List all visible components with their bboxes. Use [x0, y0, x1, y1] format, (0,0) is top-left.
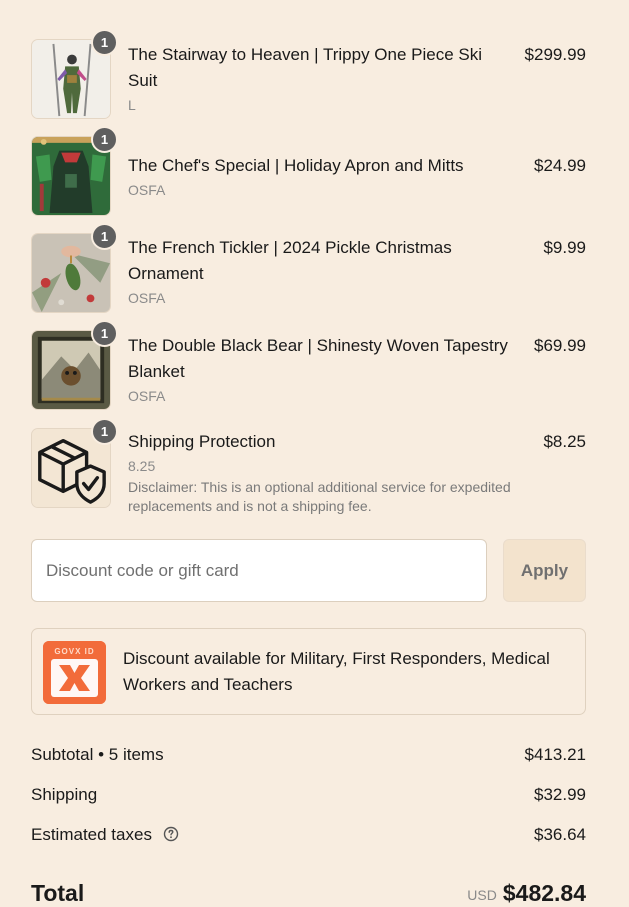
subtotal-label: Subtotal • 5 items [31, 745, 164, 764]
apply-discount-button[interactable]: Apply [503, 539, 586, 602]
shipping-value: $32.99 [534, 785, 586, 804]
subtotal-row: Subtotal • 5 items $413.21 [31, 742, 586, 768]
shipping-row: Shipping $32.99 [31, 782, 586, 808]
govx-discount-banner[interactable]: GOVX ID Discount available for Military,… [31, 628, 586, 715]
item-title: The Stairway to Heaven | Trippy One Piec… [128, 45, 483, 90]
item-title: Shipping Protection [128, 432, 276, 451]
govx-message: Discount available for Military, First R… [123, 649, 550, 694]
line-item: 1 The Stairway to Heaven | Trippy One Pi… [31, 29, 586, 119]
item-variant: L [128, 97, 136, 113]
item-price: $24.99 [534, 156, 586, 175]
discount-form: Apply [31, 538, 586, 602]
taxes-row: Estimated taxes $36.64 [31, 822, 586, 848]
quantity-badge: 1 [91, 126, 118, 153]
item-price: $69.99 [534, 336, 586, 355]
subtotal-value: $413.21 [524, 745, 586, 764]
quantity-badge: 1 [91, 320, 118, 347]
line-item: 1 Shipping Protection 8.25 Disclaimer: T… [31, 418, 586, 518]
quantity-badge: 1 [91, 418, 118, 445]
item-variant: OSFA [128, 182, 166, 198]
govx-logo: GOVX ID [43, 641, 106, 704]
taxes-value: $36.64 [534, 825, 586, 844]
item-title: The Double Black Bear | Shinesty Woven T… [128, 336, 508, 381]
quantity-badge: 1 [91, 223, 118, 250]
total-value: $482.84 [502, 880, 586, 906]
discount-code-input[interactable] [31, 539, 487, 602]
line-item: 1 The Chef's Special | Holiday Apron and… [31, 126, 586, 216]
quantity-badge: 1 [91, 29, 118, 56]
item-variant: OSFA [128, 290, 166, 306]
item-variant: OSFA [128, 388, 166, 404]
item-title: The French Tickler | 2024 Pickle Christm… [128, 238, 452, 283]
item-price: $9.99 [543, 238, 586, 257]
item-price: $299.99 [524, 45, 586, 64]
item-price: $8.25 [543, 432, 586, 451]
item-variant: 8.25 [128, 458, 156, 474]
line-item: 1 The Double Black Bear | Shinesty Woven… [31, 320, 586, 410]
taxes-label: Estimated taxes [31, 825, 152, 844]
currency-code: USD [467, 887, 497, 903]
shipping-protection-disclaimer: Disclaimer: This is an optional addition… [128, 479, 511, 514]
total-row: Total USD $482.84 [31, 876, 586, 907]
item-title: The Chef's Special | Holiday Apron and M… [128, 156, 464, 175]
line-item: 1 The French Tickler | 2024 Pickle Chris… [31, 223, 586, 313]
govx-logo-text: GOVX ID [54, 647, 94, 656]
shipping-label: Shipping [31, 785, 98, 804]
total-label: Total [31, 880, 85, 906]
help-circle-icon[interactable] [163, 824, 179, 842]
